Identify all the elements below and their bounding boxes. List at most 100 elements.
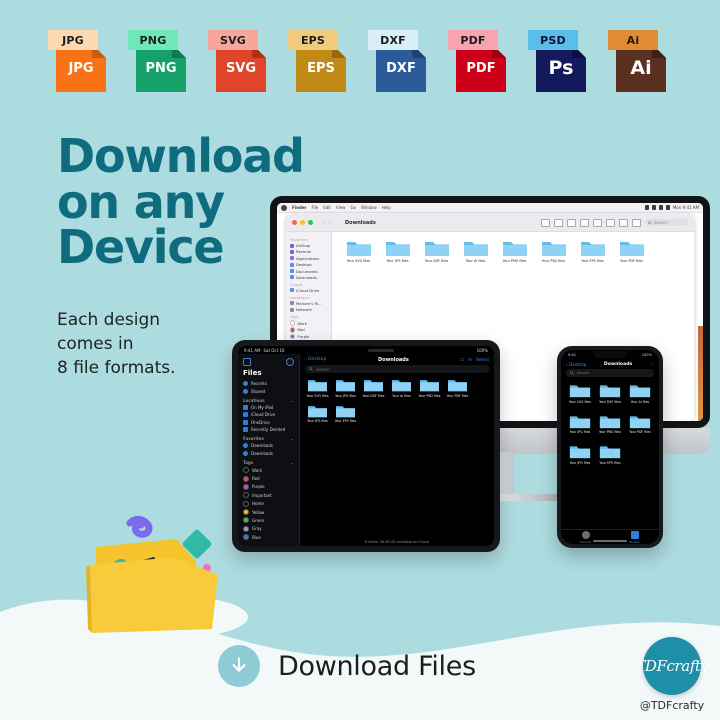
phone-folder-item[interactable]: Your DXF files [595,382,625,404]
tag-button[interactable] [619,218,628,227]
finder-folder-item[interactable]: Your PSD files [535,238,572,263]
finder-folder-item[interactable]: Your DXF files [418,238,455,263]
finder-sidebar-item[interactable]: Applications [290,256,331,261]
phone-file-grid[interactable]: Your SVG files Your DXF files Your Ai file… [561,382,659,529]
tablet-folder-item[interactable]: Your DXF files [360,377,387,398]
phone-back-link[interactable]: ‹ Desktop [566,362,586,367]
download-files-cta[interactable]: Download Files [218,645,476,687]
tablet-sidebar-item[interactable]: Downloads [238,450,299,457]
tablet-sidebar-item[interactable]: Shared [238,387,299,394]
finder-folder-item[interactable]: Your EPS files [574,238,611,263]
gallery-view-button[interactable] [580,218,589,227]
tablet-sidebar-item[interactable]: On My iPad [238,404,299,411]
phone-folder-item[interactable]: Your PNG files [595,413,625,434]
chevron-down-icon[interactable]: ⌄ [291,460,294,465]
finder-sidebar-item[interactable]: AirDrop [290,243,331,248]
share-button[interactable] [606,218,615,227]
phone-folder-item[interactable]: Your EPS files [595,443,625,465]
finder-search-input[interactable]: Search [645,219,688,226]
tablet-folder-item[interactable]: Your Ai files [388,377,415,398]
finder-sidebar-item[interactable]: Purple [290,333,331,340]
view-options-icon[interactable]: ☷ [468,357,472,362]
brand-logo[interactable]: TDFcrafty @TDFcrafty [635,637,709,712]
phone-more-icon[interactable]: ... [650,362,654,367]
menu-item-edit[interactable]: Edit [323,205,331,210]
finder-sidebar-item[interactable]: Desktop [290,262,331,267]
finder-sidebar-item[interactable]: Downloads [290,275,331,280]
format-chip-psd[interactable]: PSD Ps [528,30,586,92]
finder-sidebar-item[interactable]: Documents [290,269,331,274]
tablet-folder-item[interactable]: Your JPG files [332,377,359,398]
menu-item-finder[interactable]: Finder [292,205,307,210]
maximize-icon[interactable] [308,220,313,225]
tablet-folder-item[interactable]: Your PSD files [416,377,443,398]
tablet-sidebar-item[interactable]: Downloads [238,442,299,449]
more-options-icon[interactable] [286,358,294,366]
wifi-icon[interactable] [644,205,649,210]
tablet-sidebar-item[interactable]: Work [238,466,299,474]
finder-sidebar-item[interactable]: Recents [290,249,331,254]
finder-sidebar-item[interactable]: Mariam's M... [290,301,331,306]
finder-folder-item[interactable]: Your PDF files [613,238,650,263]
phone-search-input[interactable]: Search [566,369,654,377]
new-folder-icon[interactable]: ☐ [461,357,465,362]
finder-folder-item[interactable]: Your SVG files [340,238,377,263]
format-chip-ai[interactable]: Ai Ai [608,30,666,92]
tablet-sidebar-item[interactable]: Recently Deleted [238,426,299,433]
format-chip-pdf[interactable]: PDF PDF [448,30,506,92]
back-icon[interactable]: ‹ [323,220,325,226]
select-button[interactable]: Select [476,357,489,362]
menu-item-go[interactable]: Go [350,205,356,210]
chevron-down-icon[interactable]: ⌄ [291,436,294,441]
phone-folder-item[interactable]: Your PDF files [625,413,655,434]
phone-folder-item[interactable]: Your SVG files [565,382,595,404]
menu-item-window[interactable]: Window [361,205,377,210]
format-chip-dxf[interactable]: DXF DXF [368,30,426,92]
finder-sidebar-item[interactable]: iCloud Drive [290,288,331,293]
phone-folder-item[interactable]: Your JPG files [565,413,595,434]
icon-view-button[interactable] [541,218,550,227]
menu-item-file[interactable]: File [312,205,319,210]
apple-icon[interactable] [281,204,287,211]
menu-item-help[interactable]: Help [382,205,391,210]
format-chip-jpg[interactable]: JPG JPG [48,30,106,92]
finder-sidebar-item[interactable]: Red [290,327,331,333]
window-traffic-lights[interactable] [292,220,313,225]
close-icon[interactable] [292,220,297,225]
download-arrow-icon[interactable] [218,645,260,687]
control-center-icon[interactable] [658,205,663,210]
tablet-back-link[interactable]: ‹ Desktop [305,357,326,362]
tablet-folder-item[interactable]: Your JPG files [304,403,331,423]
action-menu-button[interactable] [632,218,641,227]
format-chip-svg[interactable]: SVG SVG [208,30,266,92]
phone-folder-item[interactable]: Your Ai files [625,382,655,404]
tablet-search-input[interactable]: Search [305,365,489,373]
finder-folder-item[interactable]: Your Ai files [457,238,494,263]
tablet-sidebar-item[interactable]: iCloud Drive [238,411,299,418]
tablet-sidebar-item[interactable]: OneDrive [238,419,299,426]
sidebar-toggle-icon[interactable] [243,358,251,366]
finder-folder-item[interactable]: Your PNG files [496,238,533,263]
tablet-sidebar-item[interactable]: Recents [238,380,299,387]
tablet-folder-item[interactable]: Your EPS files [332,403,359,423]
chevron-down-icon[interactable]: ⌄ [291,398,294,403]
tablet-sidebar-item[interactable]: Red [238,474,299,482]
format-chip-png[interactable]: PNG PNG [128,30,186,92]
battery-icon[interactable] [651,205,656,210]
finder-sidebar-item[interactable]: Work [290,320,331,326]
minimize-icon[interactable] [300,220,305,225]
finder-nav-arrows[interactable]: ‹ › [323,220,331,226]
menu-item-view[interactable]: View [336,205,346,210]
format-chip-eps[interactable]: EPS EPS [288,30,346,92]
phone-folder-item[interactable]: Your JPG files [565,443,595,465]
tablet-sidebar-item[interactable]: Purple [238,483,299,491]
tablet-file-grid[interactable]: Your SVG files Your JPG files Your DXF fil… [300,377,494,537]
logo-mark[interactable]: TDFcrafty [635,637,709,695]
finder-sidebar-item[interactable]: Network [290,307,331,312]
forward-icon[interactable]: › [329,220,331,226]
list-view-button[interactable] [554,218,563,227]
tablet-folder-item[interactable]: Your PDF files [444,377,471,398]
column-view-button[interactable] [567,218,576,227]
search-icon[interactable] [665,205,670,210]
finder-folder-item[interactable]: Your JPG files [379,238,416,263]
